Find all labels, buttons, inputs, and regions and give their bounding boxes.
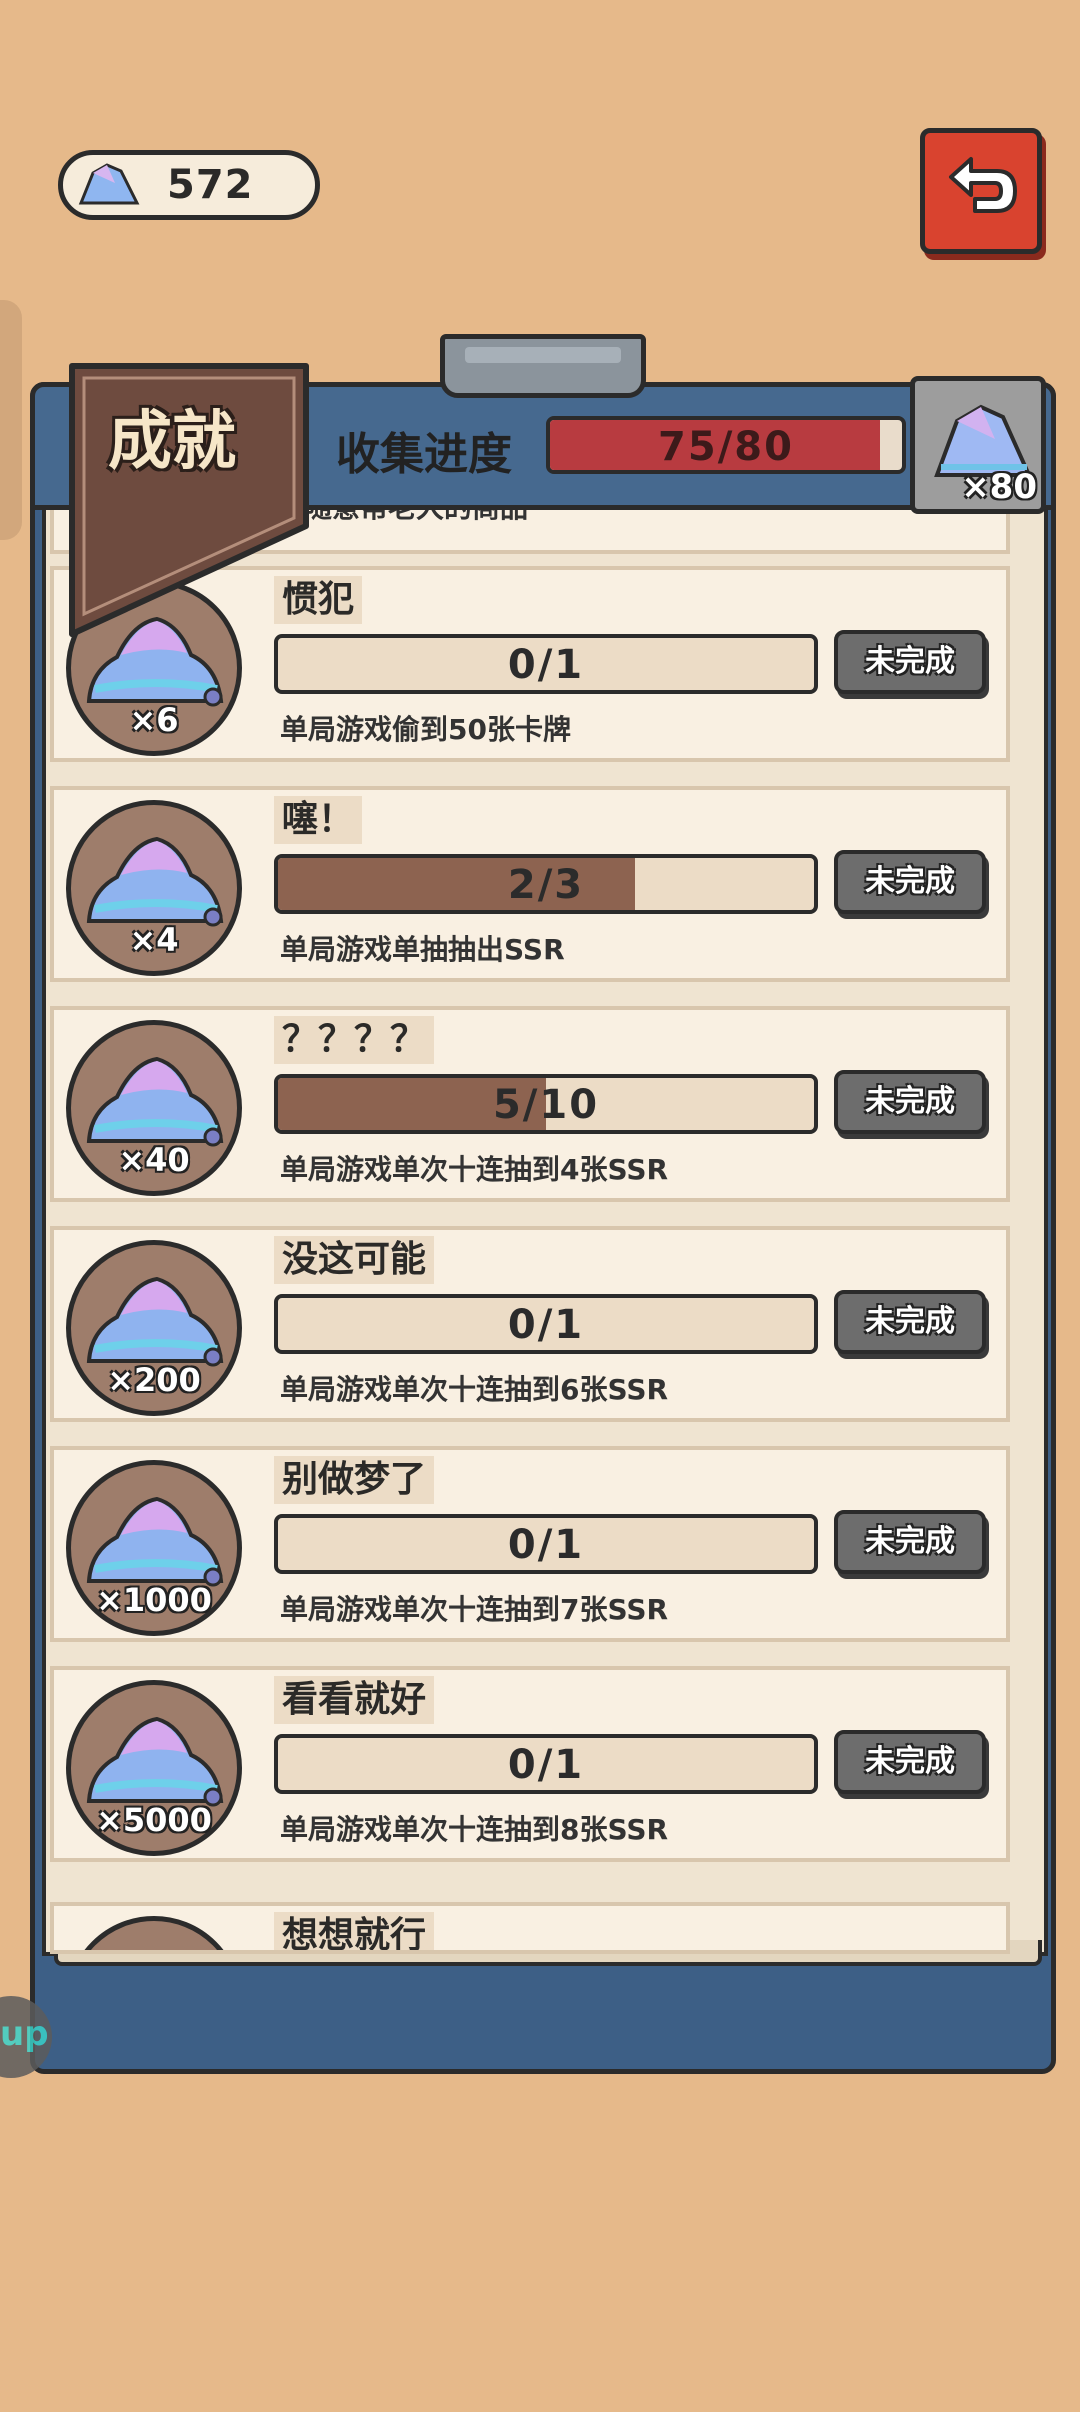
card-progress-bar: 0/1 <box>274 1294 818 1354</box>
card-progress-bar: 0/1 <box>274 634 818 694</box>
card-progress-text: 5/10 <box>492 1082 600 1128</box>
status-button[interactable]: 未完成 <box>834 1510 986 1574</box>
reward-medal: ×1000 <box>66 1460 242 1636</box>
card-description: 单局游戏偷到50张卡牌 <box>280 713 571 746</box>
reward-count: ×6 <box>129 701 179 739</box>
card-description: 单局游戏单次十连抽到8张SSR <box>280 1813 669 1846</box>
status-button[interactable]: 未完成 <box>834 850 986 914</box>
card-description: 单局游戏单次十连抽到7张SSR <box>280 1593 669 1626</box>
reward-count: ×1000 <box>96 1581 212 1619</box>
status-button[interactable]: 未完成 <box>834 1070 986 1134</box>
achievement-card: ×5000 看看就好 0/1 单局游戏单次十连抽到8张SSR 未完成 <box>50 1666 1010 1862</box>
back-button[interactable] <box>920 128 1042 254</box>
card-title: 想想就行 <box>274 1912 435 1950</box>
page-title: 成就 <box>108 405 236 479</box>
reward-count: ×4 <box>129 921 179 959</box>
collect-progress-bar: 75/80 <box>546 416 906 474</box>
card-description: 单局游戏单抽抽出SSR <box>280 933 565 966</box>
collect-progress-text: 75/80 <box>658 424 794 470</box>
floating-helper-label: up <box>0 2014 49 2054</box>
card-title: 没这可能 <box>274 1236 435 1284</box>
gem-pile-icon <box>86 1276 224 1367</box>
reward-count: ×5000 <box>96 1801 212 1839</box>
gem-pile-icon <box>86 1496 224 1587</box>
card-description: 单局游戏单次十连抽到4张SSR <box>280 1153 669 1186</box>
card-progress-text: 0/1 <box>507 1522 585 1568</box>
reward-medal: ×5000 <box>66 1680 242 1856</box>
gem-pile-icon <box>86 1716 224 1807</box>
reward-medal: ×4 <box>66 800 242 976</box>
card-progress-bar: 5/10 <box>274 1074 818 1134</box>
card-progress-bar: 0/1 <box>274 1514 818 1574</box>
achievement-card: ×200 没这可能 0/1 单局游戏单次十连抽到6张SSR 未完成 <box>50 1226 1010 1422</box>
currency-pill: 572 <box>58 150 320 220</box>
gem-pile-icon <box>86 1056 224 1147</box>
card-progress-text: 0/1 <box>507 642 585 688</box>
card-progress-bar: 2/3 <box>274 854 818 914</box>
reward-count: ×200 <box>107 1361 201 1399</box>
reward-medal <box>66 1916 242 1950</box>
collect-progress-label: 收集进度 <box>336 429 512 480</box>
gem-pile-icon <box>86 836 224 927</box>
currency-amount: 572 <box>167 162 254 208</box>
status-button[interactable]: 未完成 <box>834 1290 986 1354</box>
status-button[interactable]: 未完成 <box>834 1730 986 1794</box>
card-progress-bar: 0/1 <box>274 1734 818 1794</box>
achievement-card: ×1000 别做梦了 0/1 单局游戏单次十连抽到7张SSR 未完成 <box>50 1446 1010 1642</box>
return-arrow-icon <box>949 157 1017 213</box>
card-description: 单局游戏单次十连抽到6张SSR <box>280 1373 669 1406</box>
card-progress-text: 0/1 <box>507 1302 585 1348</box>
total-reward-count: ×80 <box>961 467 1037 507</box>
reward-medal: ×200 <box>66 1240 242 1416</box>
card-title: ？？？？ <box>274 1016 435 1064</box>
clipboard-clip <box>440 334 646 398</box>
list-item-partial-bottom: 想想就行 <box>50 1902 1010 1954</box>
reward-count: ×40 <box>118 1141 190 1179</box>
achievement-card: ×40 ？？？？ 5/10 单局游戏单次十连抽到4张SSR 未完成 <box>50 1006 1010 1202</box>
card-title: 别做梦了 <box>274 1456 435 1504</box>
card-progress-text: 2/3 <box>507 862 585 908</box>
card-title: 噻！ <box>274 796 363 844</box>
card-progress-text: 0/1 <box>507 1742 585 1788</box>
card-title: 看看就好 <box>274 1676 435 1724</box>
achievement-card: ×4 噻！ 2/3 单局游戏单抽抽出SSR 未完成 <box>50 786 1010 982</box>
reward-medal: ×40 <box>66 1020 242 1196</box>
status-button[interactable]: 未完成 <box>834 630 986 694</box>
side-drawer-handle[interactable] <box>0 300 22 540</box>
gem-icon <box>78 163 140 205</box>
total-reward-box[interactable]: ×80 <box>910 376 1046 514</box>
